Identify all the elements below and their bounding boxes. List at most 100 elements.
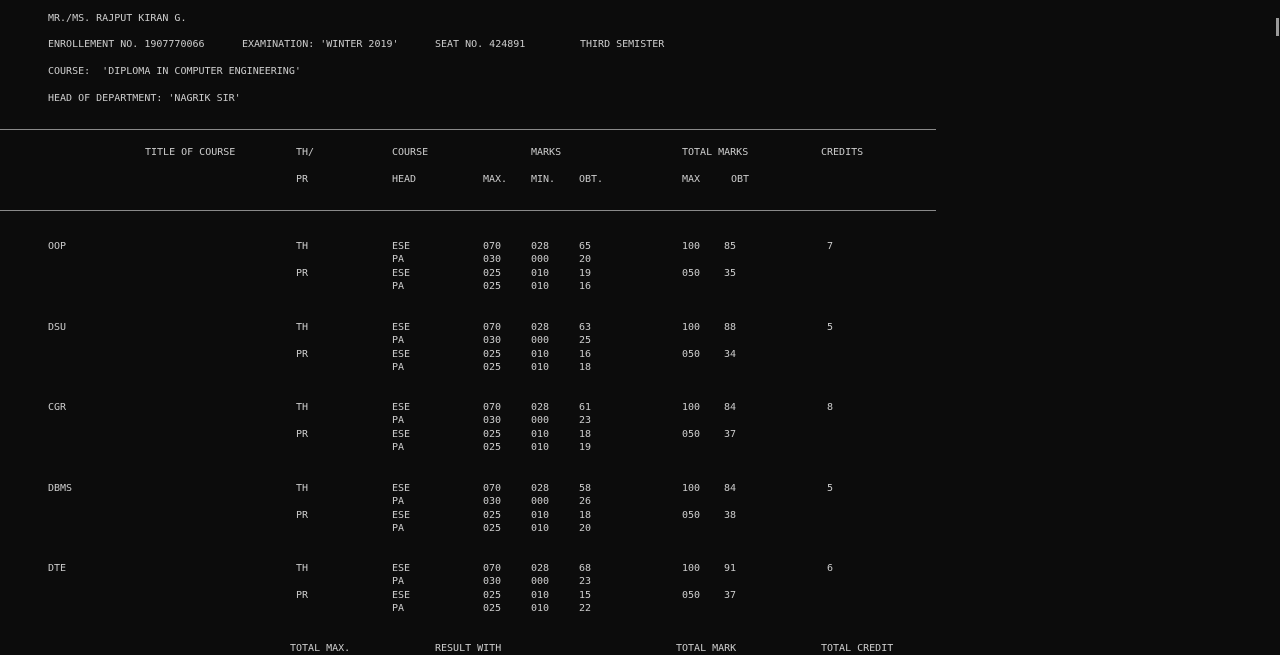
header-divider-top — [0, 129, 936, 130]
min-marks-value: 010 — [531, 281, 550, 292]
obtained-marks-value: 20 — [579, 523, 592, 534]
course-head-value: PA — [392, 496, 405, 507]
col-credits: CREDITS — [821, 147, 864, 158]
seat-number: SEAT NO. 424891 — [435, 39, 526, 50]
obtained-marks-value: 23 — [579, 415, 592, 426]
min-marks-value: 010 — [531, 510, 550, 521]
examination: EXAMINATION: 'WINTER 2019' — [242, 39, 399, 50]
course-head-value: PA — [392, 254, 405, 265]
obtained-marks-value: 15 — [579, 590, 592, 601]
min-marks-value: 028 — [531, 402, 550, 413]
vertical-scrollbar[interactable] — [1272, 0, 1280, 653]
subject-credits: 6 — [827, 563, 834, 574]
max-marks-value: 025 — [483, 268, 502, 279]
max-marks-value: 030 — [483, 254, 502, 265]
course-head-value: ESE — [392, 483, 411, 494]
max-marks-value: 030 — [483, 576, 502, 587]
min-marks-value: 010 — [531, 603, 550, 614]
subject-credits: 7 — [827, 241, 834, 252]
obtained-marks-value: 65 — [579, 241, 592, 252]
max-marks-value: 070 — [483, 241, 502, 252]
max-marks-value: 025 — [483, 510, 502, 521]
course-head-value: ESE — [392, 429, 411, 440]
obtained-marks-value: 23 — [579, 576, 592, 587]
component-type: PR — [296, 590, 309, 601]
min-marks-value: 010 — [531, 442, 550, 453]
max-marks-value: 070 — [483, 402, 502, 413]
max-marks-value: 030 — [483, 335, 502, 346]
subject-name: DTE — [48, 563, 67, 574]
course-head-value: ESE — [392, 510, 411, 521]
obtained-marks-value: 16 — [579, 349, 592, 360]
footer-result-with: RESULT WITH — [435, 643, 502, 654]
min-marks-value: 000 — [531, 415, 550, 426]
total-max-value: 100 — [682, 322, 701, 333]
total-obt-value: 34 — [724, 349, 737, 360]
scrollbar-thumb[interactable] — [1276, 18, 1279, 36]
max-marks-value: 030 — [483, 496, 502, 507]
col-obt: OBT. — [579, 174, 604, 185]
col-title-of-course: TITLE OF COURSE — [145, 147, 236, 158]
course-head-value: ESE — [392, 322, 411, 333]
min-marks-value: 010 — [531, 349, 550, 360]
col-total-max: MAX — [682, 174, 701, 185]
obtained-marks-value: 61 — [579, 402, 592, 413]
col-total-obt: OBT — [731, 174, 750, 185]
max-marks-value: 025 — [483, 590, 502, 601]
obtained-marks-value: 20 — [579, 254, 592, 265]
obtained-marks-value: 68 — [579, 563, 592, 574]
subject-credits: 5 — [827, 322, 834, 333]
max-marks-value: 025 — [483, 429, 502, 440]
total-max-value: 050 — [682, 349, 701, 360]
obtained-marks-value: 18 — [579, 429, 592, 440]
max-marks-value: 070 — [483, 563, 502, 574]
total-max-value: 100 — [682, 483, 701, 494]
component-type: TH — [296, 563, 309, 574]
total-max-value: 050 — [682, 510, 701, 521]
course-head-value: ESE — [392, 590, 411, 601]
course-head-value: ESE — [392, 268, 411, 279]
course-head-value: PA — [392, 281, 405, 292]
course-head-value: ESE — [392, 349, 411, 360]
student-name: MR./MS. RAJPUT KIRAN G. — [48, 13, 187, 24]
min-marks-value: 010 — [531, 362, 550, 373]
col-course-head: COURSE — [392, 147, 429, 158]
min-marks-value: 010 — [531, 590, 550, 601]
min-marks-value: 010 — [531, 523, 550, 534]
min-marks-value: 000 — [531, 254, 550, 265]
max-marks-value: 070 — [483, 483, 502, 494]
footer-total-credit: TOTAL CREDIT — [821, 643, 894, 654]
obtained-marks-value: 22 — [579, 603, 592, 614]
component-type: PR — [296, 429, 309, 440]
obtained-marks-value: 18 — [579, 510, 592, 521]
obtained-marks-value: 19 — [579, 268, 592, 279]
col-marks: MARKS — [531, 147, 562, 158]
min-marks-value: 028 — [531, 483, 550, 494]
total-obt-value: 88 — [724, 322, 737, 333]
component-type: TH — [296, 402, 309, 413]
obtained-marks-value: 18 — [579, 362, 592, 373]
obtained-marks-value: 63 — [579, 322, 592, 333]
footer-total-mark: TOTAL MARK — [676, 643, 737, 654]
total-max-value: 050 — [682, 268, 701, 279]
max-marks-value: 025 — [483, 523, 502, 534]
header-divider-bottom — [0, 210, 936, 211]
component-type: PR — [296, 268, 309, 279]
obtained-marks-value: 25 — [579, 335, 592, 346]
max-marks-value: 025 — [483, 281, 502, 292]
min-marks-value: 028 — [531, 322, 550, 333]
max-marks-value: 025 — [483, 442, 502, 453]
col-max: MAX. — [483, 174, 508, 185]
min-marks-value: 010 — [531, 429, 550, 440]
min-marks-value: 000 — [531, 576, 550, 587]
min-marks-value: 010 — [531, 268, 550, 279]
course-head-value: PA — [392, 415, 405, 426]
max-marks-value: 025 — [483, 603, 502, 614]
subject-name: DBMS — [48, 483, 73, 494]
course-head-value: ESE — [392, 241, 411, 252]
total-obt-value: 37 — [724, 429, 737, 440]
col-th-pr-2: PR — [296, 174, 309, 185]
max-marks-value: 070 — [483, 322, 502, 333]
col-course-head-2: HEAD — [392, 174, 417, 185]
course-head-value: ESE — [392, 402, 411, 413]
